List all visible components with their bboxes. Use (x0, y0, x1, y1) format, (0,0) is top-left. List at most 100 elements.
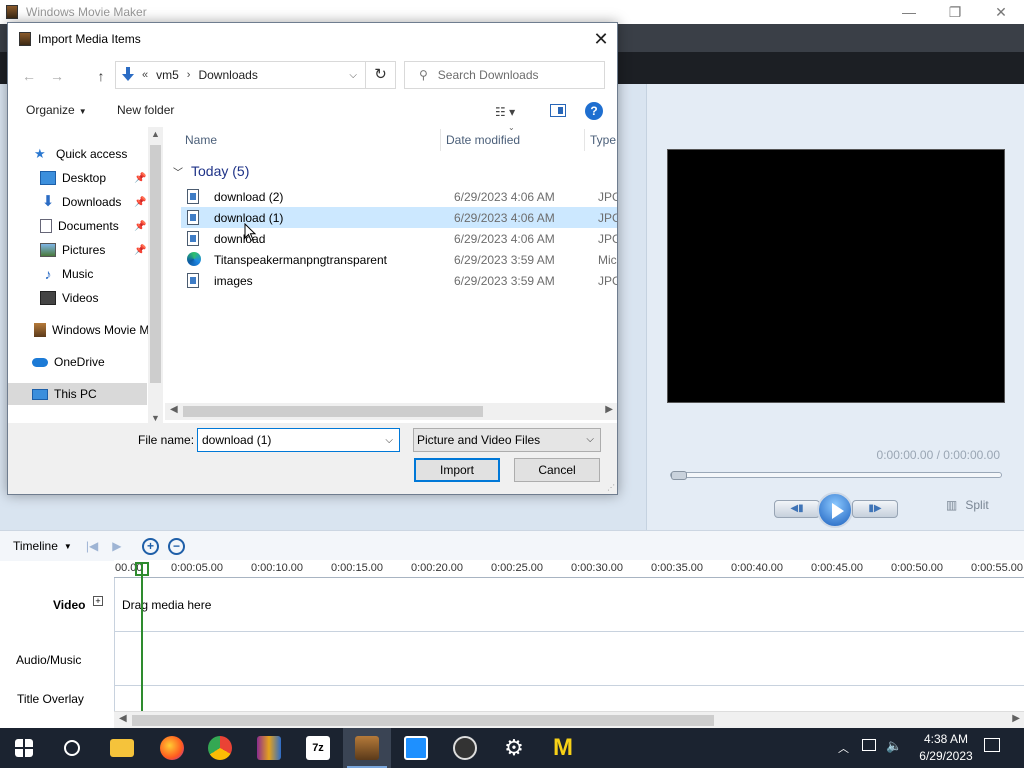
scroll-right-icon[interactable]: ▶ (605, 404, 613, 415)
file-explorer-icon[interactable] (98, 728, 146, 768)
new-folder-button[interactable]: New folder (117, 103, 174, 117)
zoom-in-icon[interactable]: + (142, 538, 159, 555)
minimize-button[interactable]: — (886, 0, 932, 24)
nav-item-pictures[interactable]: Pictures 📌 (8, 239, 148, 261)
file-name-input[interactable] (202, 433, 372, 447)
maximize-button[interactable]: ❐ (932, 0, 978, 24)
organize-button[interactable]: Organize ▼ (26, 103, 87, 117)
column-type[interactable]: Type (590, 127, 616, 153)
nav-item-onedrive[interactable]: OneDrive (8, 351, 148, 373)
chrome-icon[interactable] (196, 728, 244, 768)
view-options-icon[interactable]: ☷ ▾ (495, 105, 515, 119)
scroll-thumb[interactable] (183, 406, 483, 417)
scroll-thumb[interactable] (150, 145, 161, 383)
audio-track[interactable] (115, 632, 1024, 686)
group-header-today[interactable]: ﹀ Today (5) (173, 163, 249, 179)
scroll-left-icon[interactable]: ◀ (170, 404, 178, 415)
search-box[interactable]: ⚲ (404, 61, 605, 89)
remote-desktop-icon[interactable] (392, 728, 440, 768)
resize-grip-icon[interactable]: ⋰ (607, 483, 615, 492)
split-button[interactable]: ▥ Split (946, 498, 989, 512)
scroll-down-icon[interactable]: ▼ (151, 413, 160, 423)
media-player-icon[interactable] (441, 728, 489, 768)
file-type-select[interactable]: Picture and Video Files ⌵ (413, 428, 601, 452)
chevron-right-icon[interactable]: › (187, 69, 191, 81)
address-bar[interactable]: « vm5 › Downloads ⌵ (115, 61, 366, 89)
start-icon[interactable] (0, 728, 48, 768)
nav-scrollbar[interactable]: ▲ ▼ (148, 127, 163, 425)
app-m-icon[interactable]: M (539, 728, 587, 768)
scroll-thumb[interactable] (132, 715, 714, 726)
breadcrumb-overflow[interactable]: « (142, 69, 148, 81)
column-divider[interactable] (440, 129, 441, 151)
file-row[interactable]: download (2) 6/29/2023 4:06 AM JPG File (181, 186, 617, 207)
scroll-up-icon[interactable]: ▲ (151, 129, 160, 139)
playhead[interactable] (141, 562, 143, 712)
pin-icon[interactable]: 📌 (134, 173, 146, 184)
pin-icon[interactable]: 📌 (134, 197, 146, 208)
breadcrumb-downloads[interactable]: Downloads (198, 68, 257, 82)
timeline-scrollbar[interactable]: ◀ ▶ (114, 711, 1024, 728)
search-input[interactable] (437, 68, 588, 82)
import-button[interactable]: Import (414, 458, 500, 482)
timeline-label[interactable]: Timeline (13, 539, 58, 553)
expand-icon[interactable]: + (93, 596, 103, 606)
nav-item-videos[interactable]: Videos (8, 287, 148, 309)
nav-item-music[interactable]: ♪ Music (8, 263, 148, 285)
next-frame-button[interactable]: ▮▶ (852, 500, 898, 518)
system-clock[interactable]: 4:38 AM 6/29/2023 (916, 731, 976, 765)
pin-icon[interactable]: 📌 (134, 245, 146, 256)
nav-item-desktop[interactable]: Desktop 📌 (8, 167, 148, 189)
notifications-icon[interactable] (984, 738, 1000, 752)
nav-item-this-pc[interactable]: This PC (8, 383, 147, 405)
cancel-button[interactable]: Cancel (514, 458, 600, 482)
column-name[interactable]: Name (185, 127, 217, 153)
video-track[interactable]: Drag media here (115, 578, 1024, 632)
chevron-down-icon[interactable]: ▼ (64, 542, 72, 551)
close-button[interactable]: ✕ (978, 0, 1024, 24)
winrar-icon[interactable] (245, 728, 293, 768)
chevron-down-icon[interactable]: ⌵ (385, 435, 393, 446)
zoom-out-icon[interactable]: − (168, 538, 185, 555)
track-grid[interactable]: Drag media here (114, 578, 1024, 713)
play-button[interactable] (817, 492, 853, 528)
dialog-close-button[interactable]: ✕ (588, 26, 614, 52)
settings-icon[interactable]: ⚙ (490, 728, 538, 768)
movie-maker-icon[interactable] (343, 728, 391, 768)
scroll-right-icon[interactable]: ▶ (1012, 713, 1020, 724)
timeline-ruler[interactable]: 00.00 0:00:05.00 0:00:10.00 0:00:15.00 0… (114, 560, 1024, 578)
chevron-up-icon[interactable]: ︿ (838, 740, 849, 756)
up-arrow-icon[interactable]: ↑ (90, 65, 112, 87)
file-list-scrollbar[interactable]: ◀ ▶ (165, 403, 617, 420)
preview-pane-icon[interactable] (550, 104, 566, 117)
volume-icon[interactable]: 🔈 (886, 738, 902, 754)
nav-item-downloads[interactable]: ⬇ Downloads 📌 (8, 191, 148, 213)
breadcrumb-vm5[interactable]: vm5 (156, 68, 179, 82)
nav-item-movie-maker[interactable]: Windows Movie M (8, 319, 148, 341)
title-overlay-track[interactable] (115, 686, 1024, 713)
chevron-down-icon[interactable]: ⌵ (586, 429, 594, 451)
chevron-down-icon[interactable]: ﹀ (173, 164, 183, 179)
scroll-left-icon[interactable]: ◀ (119, 713, 127, 724)
7zip-icon[interactable]: 7z (294, 728, 342, 768)
nav-item-quick-access[interactable]: ★ Quick access (8, 143, 148, 165)
forward-arrow-icon[interactable]: → (46, 65, 68, 87)
chevron-down-icon[interactable]: ⌵ (349, 70, 357, 81)
search-icon[interactable] (48, 728, 96, 768)
previous-frame-button[interactable]: ◀▮ (774, 500, 820, 518)
back-arrow-icon[interactable]: ← (18, 65, 40, 87)
file-row[interactable]: Titanspeakermanpngtransparent 6/29/2023 … (181, 249, 617, 270)
pin-icon[interactable]: 📌 (134, 221, 146, 232)
column-divider[interactable] (584, 129, 585, 151)
file-name-combobox[interactable]: ⌵ (197, 428, 400, 452)
file-row[interactable]: images 6/29/2023 3:59 AM JPG File (181, 270, 617, 291)
help-icon[interactable]: ? (585, 102, 603, 120)
preview-seek-slider[interactable] (670, 471, 1002, 480)
firefox-icon[interactable] (148, 728, 196, 768)
nav-item-documents[interactable]: Documents 📌 (8, 215, 148, 237)
play-forward-icon[interactable]: ▶ (112, 539, 121, 553)
seek-thumb[interactable] (671, 471, 687, 480)
skip-back-icon[interactable]: |◀ (86, 539, 98, 553)
refresh-icon[interactable]: ↻ (366, 61, 396, 89)
network-icon[interactable] (862, 739, 876, 751)
